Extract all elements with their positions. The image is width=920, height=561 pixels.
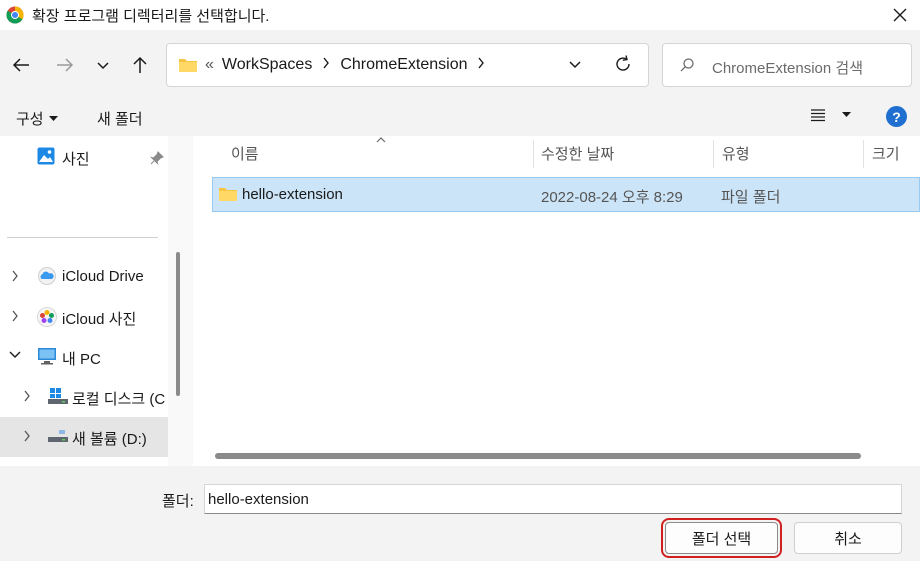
- volume-icon: [48, 430, 68, 442]
- caret-down-icon: [48, 115, 58, 121]
- close-icon: [893, 8, 907, 22]
- forward-button[interactable]: [52, 52, 78, 78]
- pin-icon[interactable]: [150, 151, 164, 165]
- column-header-size[interactable]: 크기: [872, 136, 900, 170]
- chevron-down-icon: [97, 62, 109, 70]
- photos-icon: [37, 147, 55, 165]
- column-header-modified[interactable]: 수정한 날짜: [541, 136, 614, 170]
- sidebar-item-label: iCloud Drive: [62, 268, 144, 285]
- local-disk-icon: [48, 388, 68, 404]
- sidebar-item-label: 새 볼륨 (D:): [72, 431, 147, 448]
- address-dropdown-button[interactable]: [567, 56, 583, 76]
- sidebar-scrollbar-thumb[interactable]: [176, 252, 180, 396]
- view-options-button[interactable]: [810, 108, 851, 122]
- chevron-right-icon[interactable]: [322, 56, 330, 74]
- window-title: 확장 프로그램 디렉터리를 선택합니다.: [32, 7, 270, 25]
- column-divider[interactable]: [533, 140, 534, 168]
- column-header-name[interactable]: 이름: [231, 136, 259, 170]
- organize-label: 구성: [16, 111, 44, 128]
- sidebar-item-label: 로컬 디스크 (C: [72, 391, 166, 408]
- address-bar[interactable]: « WorkSpaces ChromeExtension: [166, 43, 649, 87]
- horizontal-scrollbar-thumb[interactable]: [215, 453, 861, 459]
- up-button[interactable]: [127, 52, 153, 78]
- this-pc-icon: [38, 348, 56, 365]
- navigation-pane: 사진 iCloud Drive iCloud 사진 내 PC 로컬 디스크 (C…: [0, 136, 168, 466]
- title-bar: 확장 프로그램 디렉터리를 선택합니다.: [0, 0, 920, 30]
- folder-icon: [179, 59, 197, 72]
- column-divider[interactable]: [863, 140, 864, 168]
- breadcrumb-chromeextension[interactable]: ChromeExtension: [340, 56, 467, 74]
- refresh-icon: [616, 55, 630, 71]
- sidebar-item-icloud-drive[interactable]: iCloud Drive: [0, 257, 168, 297]
- new-folder-button[interactable]: 새 폴더: [97, 108, 143, 129]
- sort-ascending-icon: [376, 137, 386, 143]
- back-button[interactable]: [8, 52, 34, 78]
- file-row[interactable]: hello-extension 2022-08-24 오후 8:29 파일 폴더: [212, 177, 920, 212]
- column-divider[interactable]: [713, 140, 714, 168]
- navigation-bar: « WorkSpaces ChromeExtension ChromeExten…: [0, 30, 920, 98]
- sidebar-item-new-volume[interactable]: 새 볼륨 (D:): [0, 417, 168, 457]
- column-header-type[interactable]: 유형: [722, 136, 750, 170]
- sidebar-item-label: 내 PC: [62, 351, 101, 368]
- command-bar: 구성 새 폴더 ?: [0, 98, 920, 136]
- sidebar-divider: [7, 237, 158, 238]
- arrow-left-icon: [12, 58, 29, 72]
- chevron-right-icon[interactable]: [23, 390, 31, 402]
- file-list: 이름 수정한 날짜 유형 크기 hello-extension 2022-08-…: [193, 136, 920, 446]
- horizontal-scrollbar[interactable]: [193, 446, 920, 466]
- search-input[interactable]: ChromeExtension 검색: [712, 57, 863, 78]
- chevron-right-icon[interactable]: [23, 430, 31, 442]
- chevron-right-icon[interactable]: [477, 56, 485, 74]
- file-type: 파일 폴더: [721, 189, 781, 206]
- file-name: hello-extension: [242, 186, 343, 203]
- breadcrumb: « WorkSpaces ChromeExtension: [205, 56, 495, 74]
- chevron-right-icon[interactable]: [11, 270, 19, 282]
- chrome-logo-icon: [6, 6, 24, 24]
- sidebar-item-local-disk[interactable]: 로컬 디스크 (C: [0, 377, 168, 417]
- cancel-button[interactable]: 취소: [794, 522, 902, 554]
- chevron-down-icon[interactable]: [9, 350, 21, 358]
- sidebar-item-icloud-photos[interactable]: iCloud 사진: [0, 297, 168, 337]
- help-button[interactable]: ?: [886, 106, 907, 127]
- chevron-down-icon: [569, 61, 581, 69]
- sidebar-item-photos[interactable]: 사진: [0, 137, 168, 177]
- folder-label: 폴더:: [162, 493, 194, 510]
- icloud-photos-icon: [37, 307, 57, 327]
- folder-icon: [219, 188, 237, 201]
- sidebar-scrollbar[interactable]: [168, 136, 193, 466]
- organize-button[interactable]: 구성: [16, 108, 58, 129]
- dialog-footer: 폴더: hello-extension 폴더 선택 취소: [0, 466, 920, 561]
- breadcrumb-overflow[interactable]: «: [205, 56, 214, 74]
- recent-locations-button[interactable]: [90, 52, 116, 78]
- select-folder-button[interactable]: 폴더 선택: [661, 518, 782, 558]
- breadcrumb-workspaces[interactable]: WorkSpaces: [222, 56, 312, 74]
- list-view-icon: [811, 109, 825, 122]
- file-modified: 2022-08-24 오후 8:29: [541, 189, 683, 206]
- caret-down-icon: [842, 112, 851, 117]
- sidebar-item-label: 사진: [62, 151, 90, 168]
- sidebar-item-label: iCloud 사진: [62, 311, 137, 328]
- search-icon: [680, 58, 694, 72]
- folder-name-input[interactable]: hello-extension: [204, 484, 902, 514]
- arrow-up-icon: [133, 56, 147, 73]
- close-button[interactable]: [886, 2, 914, 28]
- chevron-right-icon[interactable]: [11, 310, 19, 322]
- arrow-right-icon: [57, 58, 74, 72]
- sidebar-item-this-pc[interactable]: 내 PC: [0, 337, 168, 377]
- search-box[interactable]: ChromeExtension 검색: [662, 43, 912, 87]
- refresh-button[interactable]: [613, 54, 633, 78]
- icloud-drive-icon: [38, 267, 56, 285]
